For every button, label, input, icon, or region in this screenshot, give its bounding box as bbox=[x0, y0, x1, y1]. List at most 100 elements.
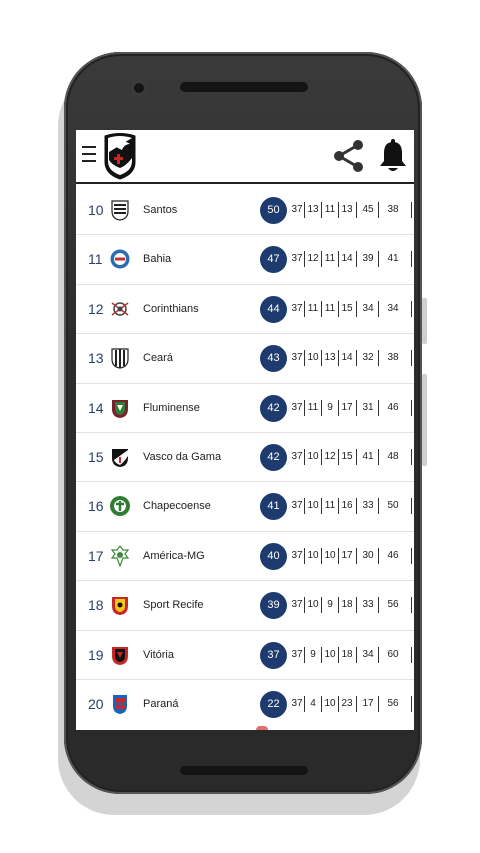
stat-value: 37 bbox=[291, 352, 303, 364]
hamburger-menu-icon[interactable] bbox=[82, 146, 96, 164]
standings-row[interactable]: 15 Vasco da Gama 42 37 10 12 15 41 48 bbox=[76, 432, 414, 483]
team-name: Fluminense bbox=[143, 401, 200, 414]
stat-value: 46 bbox=[387, 549, 399, 561]
points-badge: 41 bbox=[260, 493, 287, 521]
stat-value: 41 bbox=[362, 450, 374, 462]
team-name: Bahia bbox=[143, 253, 172, 266]
stat-separator bbox=[338, 300, 339, 317]
points-badge: 40 bbox=[260, 542, 287, 570]
standings-row[interactable]: 18 Sport Recife 39 37 10 9 18 33 56 bbox=[76, 581, 414, 631]
standings-row[interactable]: 11 Bahia 47 37 12 11 14 39 41 bbox=[76, 235, 414, 285]
stat-value: 14 bbox=[341, 253, 353, 265]
stat-value: 15 bbox=[341, 450, 353, 462]
stat-separator bbox=[338, 202, 339, 218]
app-screen: 10 Santos 50 37 13 11 13 45 38 11 Bahia 47 37 12 11 14 3… bbox=[76, 130, 414, 730]
stat-separator bbox=[378, 202, 379, 218]
stat-value: 41 bbox=[387, 253, 399, 265]
points-badge: 42 bbox=[260, 443, 287, 471]
stat-value: 11 bbox=[324, 253, 336, 265]
vitoria-crest-icon bbox=[112, 646, 128, 665]
stat-separator bbox=[338, 498, 339, 515]
stat-value: 60 bbox=[387, 648, 399, 660]
standings-row[interactable]: 19 Vitória 37 37 9 10 18 34 60 bbox=[76, 630, 414, 680]
stat-separator bbox=[338, 350, 339, 367]
stat-separator bbox=[411, 448, 412, 465]
vasco-da-gama-crest-icon bbox=[104, 133, 136, 180]
stat-separator bbox=[304, 202, 305, 218]
stat-separator bbox=[411, 399, 412, 416]
stat-value: 30 bbox=[362, 549, 374, 561]
stat-value: 11 bbox=[307, 302, 319, 314]
team-name: América-MG bbox=[143, 549, 205, 562]
bell-icon[interactable] bbox=[376, 138, 410, 174]
stat-separator bbox=[321, 350, 322, 367]
stat-value: 39 bbox=[362, 253, 374, 265]
stat-separator bbox=[321, 695, 322, 712]
stat-separator bbox=[304, 399, 305, 416]
points-badge: 44 bbox=[260, 295, 287, 323]
stat-separator bbox=[321, 597, 322, 614]
stat-value: 11 bbox=[324, 500, 336, 512]
stat-separator bbox=[321, 646, 322, 663]
stat-value: 37 bbox=[291, 302, 303, 314]
stat-separator bbox=[356, 448, 357, 465]
team-name: Corinthians bbox=[143, 302, 199, 315]
points-badge: 22 bbox=[260, 690, 287, 718]
stat-value: 32 bbox=[362, 352, 374, 364]
stat-value: 10 bbox=[324, 648, 336, 660]
stat-separator bbox=[378, 695, 379, 712]
stat-separator bbox=[356, 350, 357, 367]
standings-row[interactable]: 16 Chapecoense 41 37 10 11 16 33 50 bbox=[76, 482, 414, 532]
standings-row[interactable]: 14 Fluminense 42 37 11 9 17 31 46 bbox=[76, 383, 414, 433]
stat-value: 14 bbox=[341, 352, 353, 364]
stat-value: 13 bbox=[341, 204, 353, 215]
team-name: Sport Recife bbox=[143, 599, 204, 612]
stat-value: 10 bbox=[307, 549, 319, 561]
standings-row[interactable]: 12 Corinthians 44 37 11 11 15 34 34 bbox=[76, 284, 414, 335]
stat-value: 48 bbox=[387, 450, 399, 462]
stat-separator bbox=[321, 547, 322, 564]
chapecoense-crest-icon bbox=[110, 496, 130, 517]
stat-separator bbox=[378, 646, 379, 663]
stats-group: 37 10 10 17 30 46 bbox=[290, 532, 414, 580]
earpiece-speaker bbox=[180, 82, 308, 92]
standings-row[interactable]: 17 América-MG 40 37 10 10 17 30 46 bbox=[76, 531, 414, 582]
stat-value: 9 bbox=[310, 648, 316, 660]
stat-separator bbox=[338, 597, 339, 614]
stat-separator bbox=[356, 399, 357, 416]
stat-value: 18 bbox=[341, 599, 353, 611]
stat-value: 12 bbox=[307, 253, 319, 265]
stat-value: 37 bbox=[291, 549, 303, 561]
corinthians-crest-icon bbox=[111, 302, 129, 316]
stat-separator bbox=[338, 399, 339, 416]
stat-value: 13 bbox=[324, 352, 336, 364]
stat-separator bbox=[321, 399, 322, 416]
stat-separator bbox=[378, 300, 379, 317]
stats-group: 37 10 12 15 41 48 bbox=[290, 433, 414, 481]
team-name: Santos bbox=[143, 204, 178, 216]
stat-value: 10 bbox=[307, 500, 319, 512]
stat-value: 45 bbox=[362, 204, 374, 215]
stat-value: 11 bbox=[324, 204, 336, 215]
stats-group: 37 11 11 15 34 34 bbox=[290, 285, 414, 333]
stat-separator bbox=[304, 251, 305, 268]
stat-value: 13 bbox=[307, 204, 319, 215]
stat-separator bbox=[356, 300, 357, 317]
stat-separator bbox=[356, 695, 357, 712]
stat-separator bbox=[304, 695, 305, 712]
stat-value: 10 bbox=[307, 599, 319, 611]
standings-row[interactable]: 10 Santos 50 37 13 11 13 45 38 bbox=[76, 186, 414, 236]
points-badge: 50 bbox=[260, 197, 287, 224]
santos-crest-icon bbox=[111, 200, 129, 221]
standings-row[interactable]: 13 Ceará 43 37 10 13 14 32 38 bbox=[76, 334, 414, 384]
next-row-peek bbox=[76, 720, 414, 730]
stats-group: 37 10 9 18 33 56 bbox=[290, 581, 414, 629]
stats-group: 37 10 11 16 33 50 bbox=[290, 482, 414, 530]
ceara-crest-icon bbox=[111, 348, 129, 369]
phone-side-button-bottom bbox=[422, 374, 427, 466]
share-icon[interactable] bbox=[331, 138, 367, 174]
stat-value: 50 bbox=[387, 500, 399, 512]
stat-separator bbox=[356, 498, 357, 515]
stats-group: 37 13 11 13 45 38 bbox=[290, 186, 414, 234]
points-badge: 39 bbox=[260, 592, 287, 620]
